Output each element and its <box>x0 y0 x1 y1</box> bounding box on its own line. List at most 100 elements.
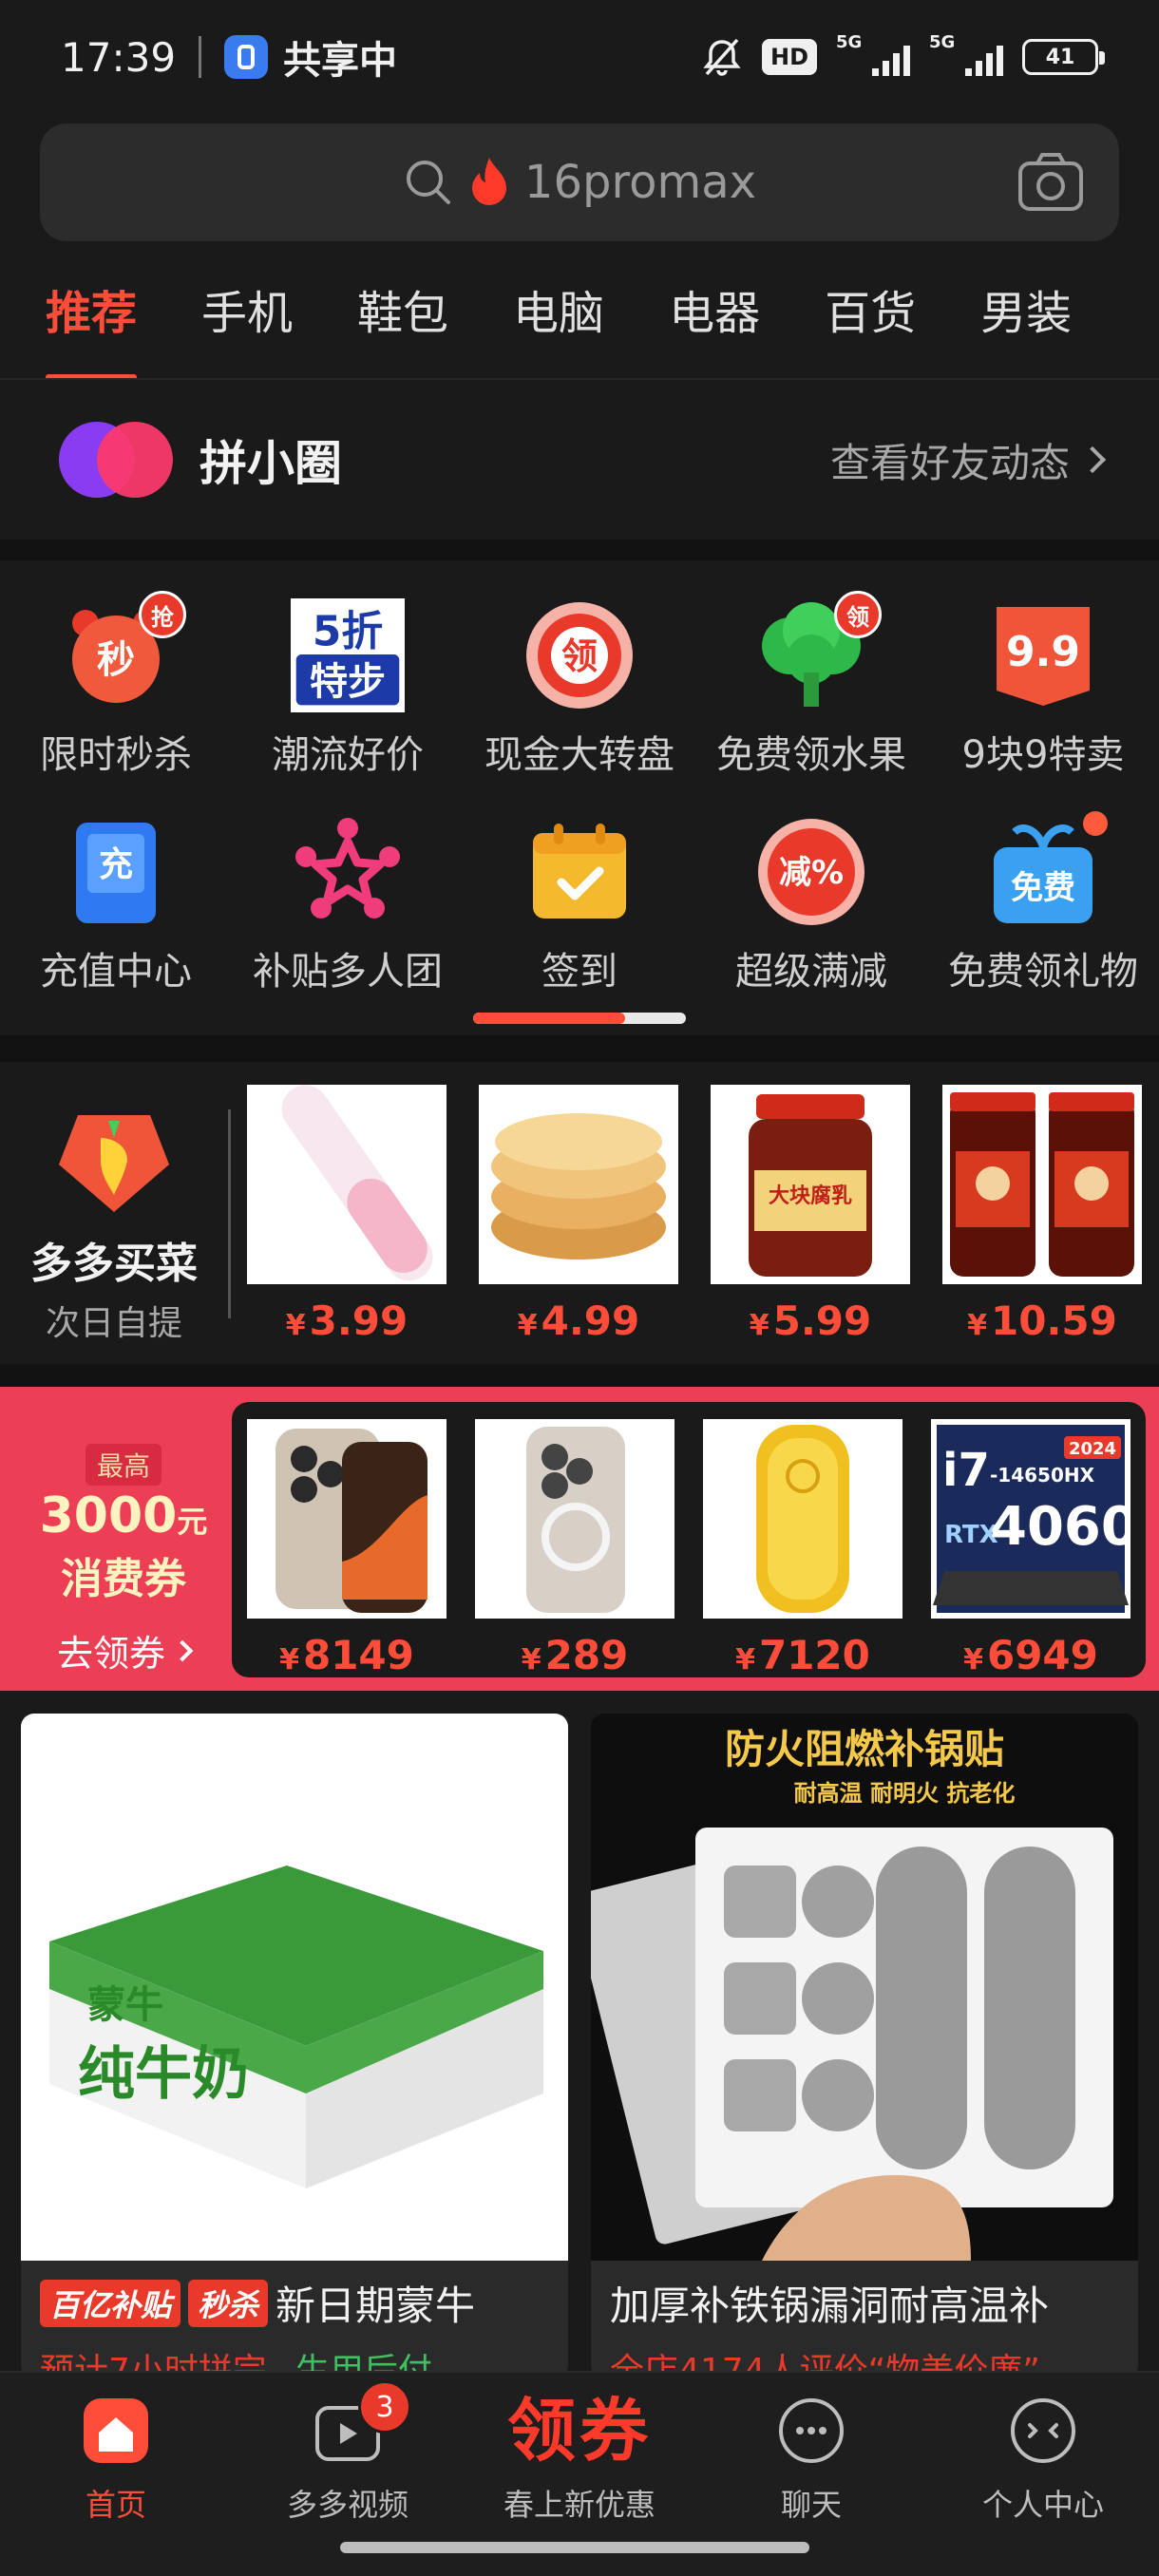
search-bar[interactable]: 16promax <box>40 123 1119 241</box>
grid-item-trend-deals[interactable]: 5折 特步 潮流好价 <box>232 598 464 779</box>
friend-activity-link[interactable]: 查看好友动态 <box>830 431 1107 489</box>
feed-image-milk: 蒙牛 纯牛奶 <box>21 1714 568 2261</box>
section-gap <box>0 1035 1159 1062</box>
feed-card-milk[interactable]: 蒙牛 纯牛奶 百亿补贴 秒杀 新日期蒙牛 预计7小时拼完 生用后付 <box>21 1714 568 2378</box>
grid-label: 补贴多人团 <box>253 950 443 994</box>
screen-share-icon <box>224 35 269 79</box>
coupon-products-panel: ¥8149 ¥289 ¥7120 i7 -14650HX 2024 RTX 40… <box>232 1402 1146 1678</box>
svg-text:4060: 4060 <box>990 1496 1130 1558</box>
tab-computers[interactable]: 电脑 <box>513 275 604 380</box>
svg-text:9.9: 9.9 <box>1006 628 1080 676</box>
grid-item-checkin[interactable]: 签到 <box>464 815 695 995</box>
svg-text:防火阻燃补锅贴: 防火阻燃补锅贴 <box>725 1726 1004 1772</box>
product-image-toothbrush-case <box>247 1085 446 1284</box>
grid-item-flash-sale[interactable]: 秒 抢 限时秒杀 <box>0 591 232 779</box>
grid-label: 潮流好价 <box>272 733 424 777</box>
grid-item-free-gift[interactable]: 免费 免费领礼物 <box>927 811 1159 995</box>
hd-icon: HD <box>761 39 817 75</box>
battery-icon: 41 <box>1022 39 1105 75</box>
grid-label: 充值中心 <box>40 950 192 994</box>
svg-text:大块腐乳: 大块腐乳 <box>769 1184 852 1208</box>
product-image-phone <box>247 1419 446 1619</box>
claim-badge: 领 <box>834 591 882 638</box>
tab-appliances[interactable]: 电器 <box>669 275 760 380</box>
feed-card-pot-patch[interactable]: 防火阻燃补锅贴 耐高温 耐明火 抗老化 加厚补铁锅漏洞耐高温补 全店4174人评… <box>591 1714 1138 2378</box>
svg-text:2024: 2024 <box>1069 1439 1116 1459</box>
notification-dot <box>1083 811 1108 836</box>
tab-shoes-bags[interactable]: 鞋包 <box>357 275 448 380</box>
tree-icon: 领 <box>754 591 882 712</box>
nav-label: 聊天 <box>780 2487 842 2523</box>
coupon-product[interactable]: ¥8149 <box>247 1419 446 1678</box>
svg-text:减%: 减% <box>779 854 844 892</box>
coupon-banner[interactable]: 最高 3000元 消费券 去领券 ¥8149 ¥289 ¥7120 i7 -14… <box>0 1387 1159 1691</box>
grocery-product[interactable]: ¥3.99 <box>247 1085 446 1344</box>
gift-icon: 免费 <box>986 811 1108 929</box>
status-time: 17:39 <box>61 33 177 81</box>
search-icon <box>406 161 450 204</box>
home-icon <box>79 2394 153 2468</box>
product-price: ¥5.99 <box>749 1297 872 1344</box>
tab-menswear[interactable]: 男装 <box>980 275 1072 380</box>
home-indicator[interactable] <box>340 2542 809 2553</box>
flash-tag: 秒杀 <box>188 2279 269 2327</box>
product-price: ¥6949 <box>963 1632 1098 1678</box>
nav-label: 首页 <box>85 2487 146 2523</box>
coupon-product[interactable]: i7 -14650HX 2024 RTX 4060 ¥6949 <box>931 1419 1130 1678</box>
grid-item-cash-wheel[interactable]: 领 现金大转盘 <box>464 598 695 779</box>
product-price: ¥3.99 <box>285 1297 408 1344</box>
grid-label: 免费领礼物 <box>948 950 1138 994</box>
grid-label: 免费领水果 <box>716 733 906 777</box>
coupon-entry[interactable]: 最高 3000元 消费券 去领券 <box>19 1444 228 1676</box>
grid-item-topup[interactable]: 充 充值中心 <box>0 815 232 995</box>
tab-phones[interactable]: 手机 <box>201 275 293 380</box>
svg-text:-14650HX: -14650HX <box>990 1464 1095 1487</box>
chevron-right-icon <box>1078 445 1107 474</box>
grid-item-nine-nine[interactable]: 9.9 9块9特卖 <box>927 598 1159 779</box>
feed-image-pot-patch: 防火阻燃补锅贴 耐高温 耐明火 抗老化 <box>591 1714 1138 2261</box>
grid-scroll-indicator <box>473 1013 686 1024</box>
carrot-icon <box>59 1115 169 1212</box>
grid-label: 现金大转盘 <box>484 733 674 777</box>
grocery-subtitle: 次日自提 <box>45 1304 182 1343</box>
get-coupon-link[interactable]: 去领券 <box>19 1624 228 1676</box>
coupon-type: 消费券 <box>61 1555 186 1603</box>
alarm-clock-icon: 秒 抢 <box>59 591 186 712</box>
nav-video[interactable]: 3 多多视频 <box>232 2380 464 2525</box>
tab-recommend[interactable]: 推荐 <box>46 275 138 380</box>
grocery-product[interactable]: 大块腐乳 ¥5.99 <box>711 1085 910 1344</box>
product-price: ¥10.59 <box>967 1297 1117 1344</box>
product-price: ¥289 <box>521 1632 629 1678</box>
nav-chat[interactable]: 聊天 <box>695 2394 927 2525</box>
grocery-entry[interactable]: 多多买菜 次日自提 <box>19 1109 209 1345</box>
product-price: ¥4.99 <box>517 1297 640 1344</box>
svg-text:免费: 免费 <box>1011 869 1075 907</box>
subsidy-tag: 百亿补贴 <box>40 2279 181 2327</box>
svg-text:蒙牛: 蒙牛 <box>87 1983 163 2027</box>
nav-profile[interactable]: 个人中心 <box>927 2394 1159 2525</box>
camera-icon[interactable] <box>1016 150 1085 213</box>
grocery-product[interactable]: ¥10.59 <box>942 1085 1142 1344</box>
tab-general-goods[interactable]: 百货 <box>825 275 916 380</box>
feed-card-title: 百亿补贴 秒杀 新日期蒙牛 <box>21 2261 568 2332</box>
grid-item-free-fruit[interactable]: 领 免费领水果 <box>695 591 927 779</box>
coupon-product[interactable]: ¥7120 <box>703 1419 902 1678</box>
five-discount-icon: 5折 特步 <box>291 598 405 712</box>
nav-coupon[interactable]: 领券 春上新优惠 <box>464 2394 695 2525</box>
section-gap <box>0 540 1159 560</box>
product-image-fermented-tofu: 大块腐乳 <box>711 1085 910 1284</box>
grocery-section[interactable]: 多多买菜 次日自提 ¥3.99 ¥4.99 大块腐乳 ¥5.99 ¥10.59 <box>0 1062 1159 1364</box>
svg-text:i7: i7 <box>942 1444 990 1497</box>
fire-icon <box>471 158 506 205</box>
signal-icon-2: 5G <box>929 32 1003 76</box>
grid-item-super-discount[interactable]: 减% 超级满减 <box>695 815 927 995</box>
feed-card-title: 加厚补铁锅漏洞耐高温补 <box>610 2282 1050 2329</box>
pin-circle-row[interactable]: 拼小圈 查看好友动态 <box>0 380 1159 540</box>
coupon-product[interactable]: ¥289 <box>475 1419 674 1678</box>
grid-item-group-subsidy[interactable]: 补贴多人团 <box>232 815 464 995</box>
product-price: ¥8149 <box>279 1632 414 1678</box>
coupon-max-label: 最高 <box>85 1444 162 1486</box>
nav-home[interactable]: 首页 <box>0 2394 232 2525</box>
grocery-product[interactable]: ¥4.99 <box>479 1085 678 1344</box>
svg-text:纯牛奶: 纯牛奶 <box>78 2041 249 2108</box>
